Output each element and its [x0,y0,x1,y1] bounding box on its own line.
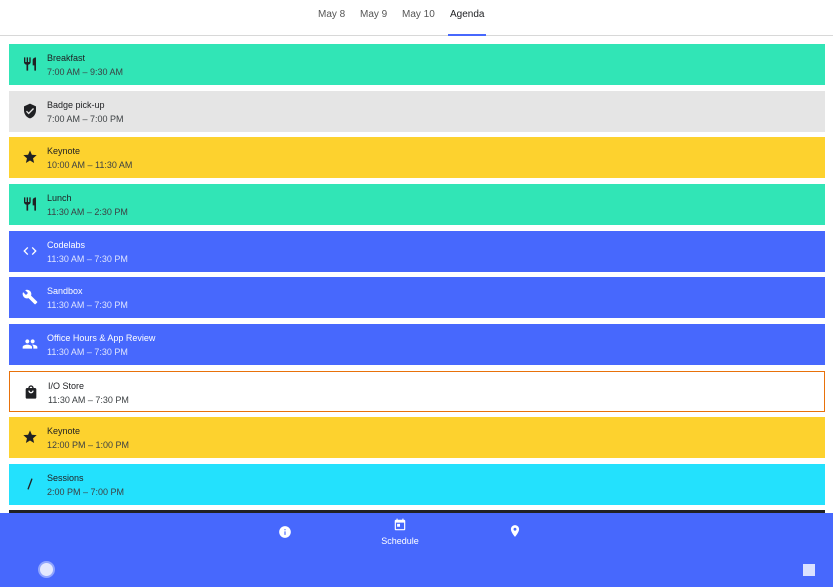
recents-square-icon[interactable] [803,564,815,576]
agenda-item-title: Breakfast [47,53,86,63]
tab-label: May 8 [318,9,346,20]
nav-schedule[interactable]: Schedule [381,513,419,551]
agenda-item-title: Sandbox [47,286,83,296]
info-icon [278,525,292,539]
tab-label: May 9 [360,9,388,20]
agenda-item-time: 12:00 PM – 1:00 PM [47,440,130,450]
agenda-item-title: Keynote [47,426,81,436]
people-icon [22,336,38,352]
restaurant-icon [22,196,38,212]
tab-may-10[interactable]: May 10 [402,9,435,36]
wrench-icon [22,289,38,305]
agenda-item-title: Codelabs [47,240,86,250]
agenda-item-title: Lunch [47,193,72,203]
restaurant-icon [22,56,38,72]
nav-info[interactable] [278,513,294,551]
date-tab-bar: May 8 May 9 May 10 Agenda [0,0,833,36]
agenda-item-io-store[interactable]: I/O Store 11:30 AM – 7:30 PM [9,371,825,412]
agenda-item-office-hours[interactable]: Office Hours & App Review 11:30 AM – 7:3… [9,324,825,365]
nav-map[interactable] [508,513,522,551]
calendar-icon [393,518,407,532]
map-pin-icon [508,524,522,538]
agenda-item-codelabs[interactable]: Codelabs 11:30 AM – 7:30 PM [9,231,825,272]
agenda-item-badge-pickup[interactable]: Badge pick-up 7:00 AM – 7:00 PM [9,91,825,132]
tab-label: May 10 [402,9,435,20]
agenda-item-title: Badge pick-up [47,100,105,110]
code-icon [22,243,38,259]
tab-indicator [448,34,487,36]
agenda-item-sandbox[interactable]: Sandbox 11:30 AM – 7:30 PM [9,277,825,318]
agenda-list[interactable]: Breakfast 7:00 AM – 9:30 AM Badge pick-u… [0,37,833,513]
agenda-item-keynote[interactable]: Keynote 10:00 AM – 11:30 AM [9,137,825,178]
bottom-navigation: Schedule [0,513,833,551]
agenda-item-time: 10:00 AM – 11:30 AM [47,160,133,170]
home-circle-icon[interactable] [38,561,55,578]
system-navigation-bar [0,551,833,587]
star-icon [22,149,38,165]
tab-agenda[interactable]: Agenda [448,9,487,36]
badge-shield-icon [22,103,38,119]
star-icon [22,429,38,445]
agenda-item-time: 7:00 AM – 7:00 PM [47,114,124,124]
agenda-item-keynote-2[interactable]: Keynote 12:00 PM – 1:00 PM [9,417,825,458]
tab-may-9[interactable]: May 9 [360,9,387,36]
agenda-item-time: 2:00 PM – 7:00 PM [47,487,125,497]
agenda-item-time: 11:30 AM – 7:30 PM [47,347,128,357]
agenda-item-time: 11:30 AM – 7:30 PM [48,395,129,405]
agenda-item-title: Keynote [47,146,81,156]
agenda-item-time: 7:00 AM – 9:30 AM [47,67,124,77]
tab-may-8[interactable]: May 8 [318,9,345,36]
agenda-item-lunch[interactable]: Lunch 11:30 AM – 2:30 PM [9,184,825,225]
shopping-bag-icon [23,384,39,400]
tab-label: Agenda [450,9,485,20]
slash-icon [22,476,38,492]
nav-schedule-label: Schedule [381,536,419,546]
agenda-item-time: 11:30 AM – 7:30 PM [47,300,128,310]
agenda-item-title: I/O Store [48,381,85,391]
agenda-item-title: Sessions [47,473,84,483]
agenda-item-breakfast[interactable]: Breakfast 7:00 AM – 9:30 AM [9,44,825,85]
agenda-item-title: Office Hours & App Review [47,333,156,343]
agenda-item-time: 11:30 AM – 2:30 PM [47,207,128,217]
agenda-item-time: 11:30 AM – 7:30 PM [47,254,128,264]
agenda-item-sessions[interactable]: Sessions 2:00 PM – 7:00 PM [9,464,825,505]
